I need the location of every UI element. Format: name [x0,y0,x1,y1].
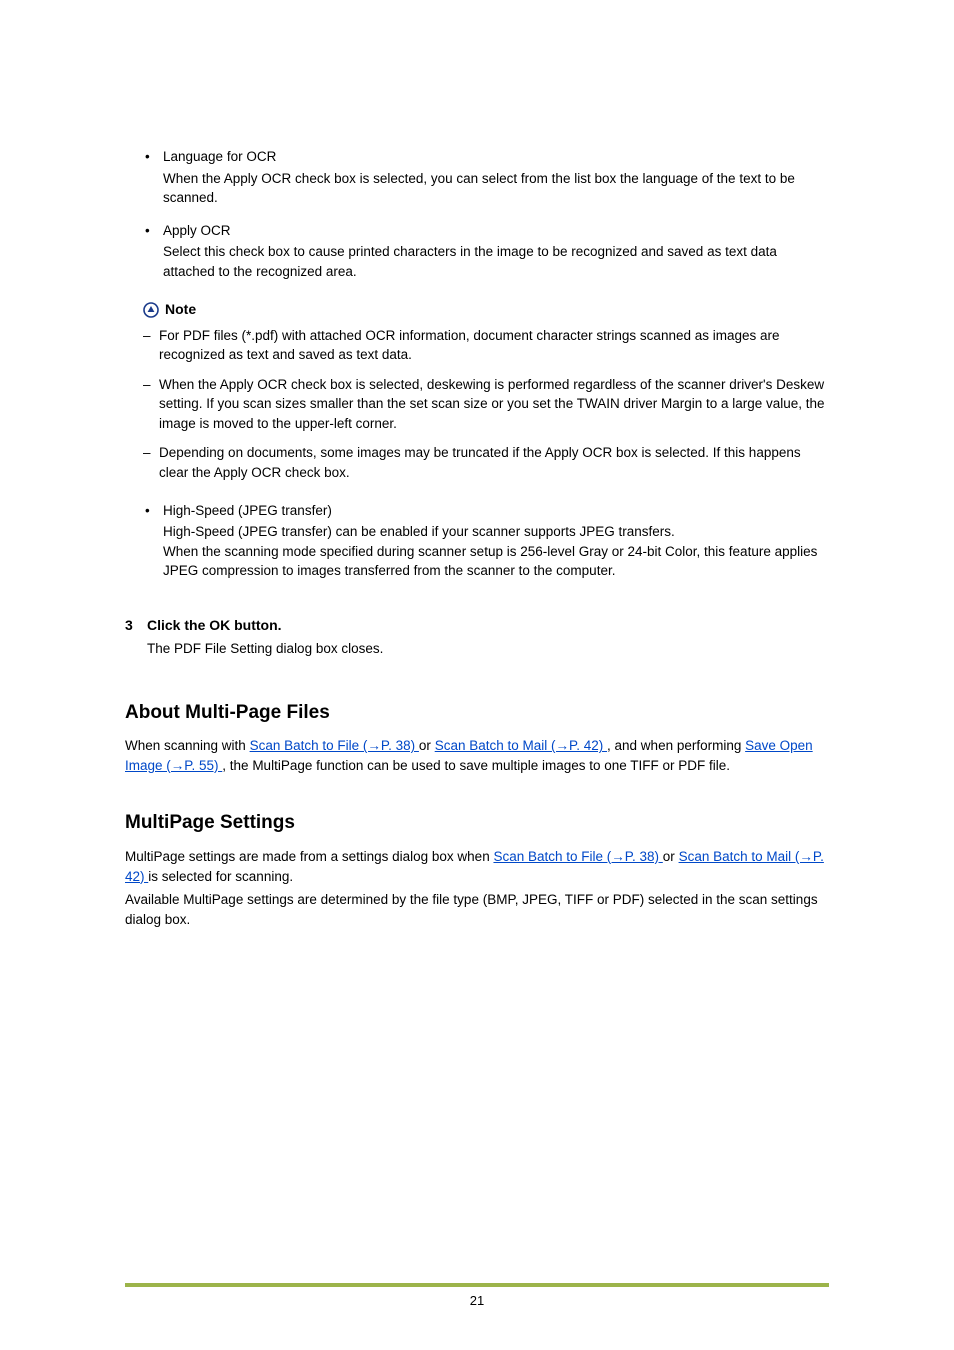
text-fragment: , the MultiPage function can be used to … [222,758,730,773]
note-text: For PDF files (*.pdf) with attached OCR … [159,326,829,365]
dash-icon [143,326,159,365]
link-scan-batch-to-file[interactable]: Scan Batch to File (→P. 38) [250,738,419,753]
footer-rule [125,1283,829,1287]
step-title: Click the OK button. [147,615,829,635]
step-desc: The PDF File Setting dialog box closes. [147,639,829,659]
page-number: 21 [0,1293,954,1308]
note-text: Depending on documents, some images may … [159,443,829,482]
note-item-2: When the Apply OCR check box is selected… [143,375,829,434]
text-fragment: is selected for scanning. [148,869,293,884]
link-scan-batch-to-mail[interactable]: Scan Batch to Mail (→P. 42) [435,738,607,753]
heading-about-multipage: About Multi-Page Files [125,699,829,727]
bullet-high-speed: High-Speed (JPEG transfer) High-Speed (J… [143,501,829,591]
text-fragment: or [663,849,679,864]
page: Language for OCR When the Apply OCR chec… [0,0,954,1350]
note-label: Note [165,299,196,319]
settings-paragraph-1: MultiPage settings are made from a setti… [125,847,829,886]
bullet-dot-icon [143,501,163,591]
text-fragment: When scanning with [125,738,250,753]
bullet-desc-line: When the scanning mode specified during … [163,542,829,581]
dash-icon [143,443,159,482]
text-fragment: or [419,738,435,753]
bullet-label: Language for OCR [163,147,829,167]
bullet-dot-icon [143,147,163,218]
page-footer: 21 [0,1283,954,1308]
note-item-3: Depending on documents, some images may … [143,443,829,482]
step-number: 3 [125,615,147,665]
settings-paragraph-2: Available MultiPage settings are determi… [125,890,829,929]
text-fragment: MultiPage settings are made from a setti… [125,849,493,864]
heading-multipage-settings: MultiPage Settings [125,809,829,837]
step-3: 3 Click the OK button. The PDF File Sett… [147,615,829,665]
text-fragment: , and when performing [607,738,745,753]
bullet-language-ocr: Language for OCR When the Apply OCR chec… [143,147,829,218]
content-area: Language for OCR When the Apply OCR chec… [125,147,829,929]
note-icon [143,302,159,318]
bullet-label: High-Speed (JPEG transfer) [163,501,829,521]
bullet-label: Apply OCR [163,221,829,241]
bullet-desc-line: High-Speed (JPEG transfer) can be enable… [163,522,829,542]
bullet-desc: When the Apply OCR check box is selected… [163,169,829,208]
note-text: When the Apply OCR check box is selected… [159,375,829,434]
link-scan-batch-to-file-2[interactable]: Scan Batch to File (→P. 38) [493,849,662,864]
note-header: Note [143,299,829,319]
dash-icon [143,375,159,434]
about-paragraph: When scanning with Scan Batch to File (→… [125,736,829,775]
bullet-dot-icon [143,221,163,292]
note-item-1: For PDF files (*.pdf) with attached OCR … [143,326,829,365]
bullet-desc: Select this check box to cause printed c… [163,242,829,281]
bullet-apply-ocr: Apply OCR Select this check box to cause… [143,221,829,292]
